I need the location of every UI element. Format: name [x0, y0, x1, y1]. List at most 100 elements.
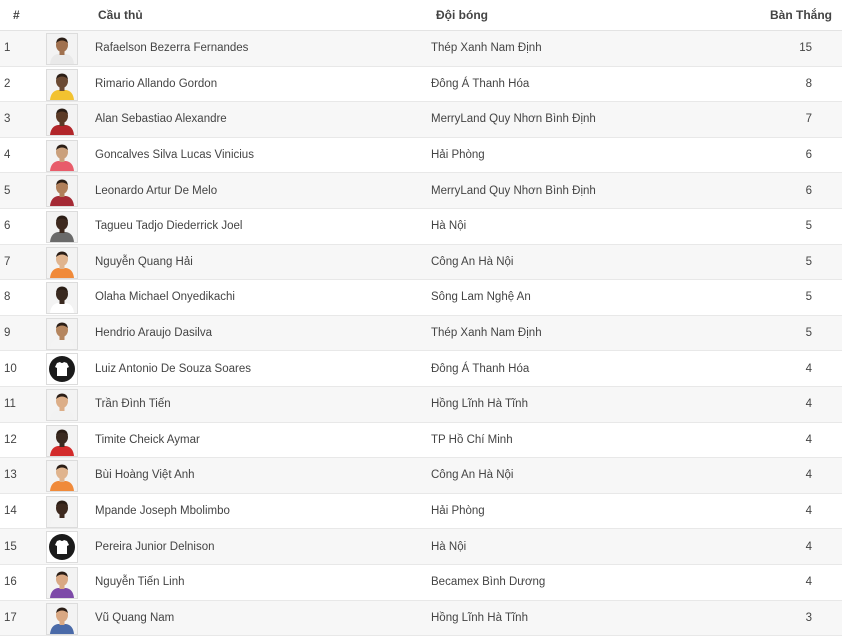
player-name[interactable]: Goncalves Silva Lucas Vinicius — [95, 149, 254, 161]
team-name[interactable]: Becamex Bình Dương — [431, 576, 545, 588]
table-body: 1 Rafaelson Bezerra Fernandes Thép Xanh Na… — [0, 31, 842, 637]
player-name[interactable]: Nguyễn Tiến Linh — [95, 576, 185, 588]
team-name[interactable]: Hải Phòng — [431, 505, 485, 517]
player-name[interactable]: Bùi Hoàng Việt Anh — [95, 469, 195, 481]
rank-cell: 2 — [4, 77, 11, 90]
goals-cell: 15 — [799, 42, 812, 55]
header-player: Cầu thủ — [98, 8, 143, 22]
table-row[interactable]: 13 Bùi Hoàng Việt Anh Công An Hà Nội 4 — [0, 458, 842, 494]
header-goals: Bàn Thắng — [770, 8, 832, 22]
table-row[interactable]: 10 Luiz Antonio De Souza Soares Đông Á Tha… — [0, 351, 842, 387]
table-row[interactable]: 9 Hendrio Araujo Dasilva Thép Xanh Nam Địn… — [0, 315, 842, 352]
goals-cell: 4 — [805, 362, 812, 375]
player-name[interactable]: Rafaelson Bezerra Fernandes — [95, 42, 248, 54]
player-avatar[interactable] — [46, 602, 78, 635]
player-name[interactable]: Timite Cheick Aymar — [95, 434, 200, 446]
goals-cell: 4 — [805, 398, 812, 411]
team-name[interactable]: Hà Nội — [431, 220, 466, 232]
player-name[interactable]: Mpande Joseph Mbolimbo — [95, 505, 230, 517]
table-row[interactable]: 6 Tagueu Tadjo Diederrick Joel Hà Nội 5 — [0, 209, 842, 245]
player-avatar[interactable] — [46, 139, 78, 172]
player-name[interactable]: Nguyễn Quang Hải — [95, 256, 193, 268]
player-avatar[interactable] — [46, 566, 78, 599]
jersey-placeholder-icon[interactable] — [46, 353, 78, 386]
rank-cell: 14 — [4, 505, 17, 518]
player-avatar[interactable] — [46, 210, 78, 243]
player-avatar[interactable] — [46, 246, 78, 279]
goals-cell: 3 — [805, 611, 812, 624]
player-name[interactable]: Alan Sebastiao Alexandre — [95, 113, 227, 125]
table-row[interactable]: 4 Goncalves Silva Lucas Vinicius Hải Phòng… — [0, 138, 842, 174]
team-name[interactable]: Hồng Lĩnh Hà Tĩnh — [431, 612, 528, 624]
header-rank: # — [13, 8, 20, 22]
goals-cell: 6 — [805, 184, 812, 197]
table-row[interactable]: 14 Mpande Joseph Mbolimbo Hải Phòng 4 — [0, 494, 842, 530]
player-avatar[interactable] — [46, 104, 78, 137]
player-name[interactable]: Vũ Quang Nam — [95, 612, 174, 624]
team-name[interactable]: Thép Xanh Nam Định — [431, 327, 542, 339]
player-name[interactable]: Tagueu Tadjo Diederrick Joel — [95, 220, 242, 232]
rank-cell: 16 — [4, 576, 17, 589]
team-name[interactable]: MerryLand Quy Nhơn Bình Định — [431, 185, 596, 197]
team-name[interactable]: MerryLand Quy Nhơn Bình Định — [431, 113, 596, 125]
table-row[interactable]: 7 Nguyễn Quang Hải Công An Hà Nội 5 — [0, 244, 842, 281]
table-row[interactable]: 15 Pereira Junior Delnison Hà Nội 4 — [0, 529, 842, 565]
rank-cell: 8 — [4, 291, 11, 304]
team-name[interactable]: Đông Á Thanh Hóa — [431, 363, 529, 375]
player-avatar[interactable] — [46, 388, 78, 421]
team-name[interactable]: Đông Á Thanh Hóa — [431, 78, 529, 90]
player-avatar[interactable] — [46, 175, 78, 208]
rank-cell: 6 — [4, 220, 11, 233]
player-avatar[interactable] — [46, 317, 78, 350]
goals-cell: 8 — [805, 77, 812, 90]
player-name[interactable]: Luiz Antonio De Souza Soares — [95, 363, 251, 375]
rank-cell: 4 — [4, 149, 11, 162]
table-row[interactable]: 2 Rimario Allando Gordon Đông Á Thanh Hóa 8 — [0, 67, 842, 103]
goals-cell: 7 — [805, 113, 812, 126]
goals-cell: 5 — [805, 220, 812, 233]
rank-cell: 11 — [4, 398, 16, 411]
team-name[interactable]: Hà Nội — [431, 541, 466, 553]
table-row[interactable]: 11 Trần Đình Tiến Hồng Lĩnh Hà Tĩnh 4 — [0, 386, 842, 423]
player-name[interactable]: Leonardo Artur De Melo — [95, 185, 217, 197]
table-row[interactable]: 16 Nguyễn Tiến Linh Becamex Bình Dương 4 — [0, 565, 842, 601]
rank-cell: 15 — [4, 540, 17, 553]
team-name[interactable]: Công An Hà Nội — [431, 256, 513, 268]
player-avatar[interactable] — [46, 460, 78, 493]
player-avatar[interactable] — [46, 282, 78, 315]
team-name[interactable]: Thép Xanh Nam Định — [431, 42, 542, 54]
player-avatar[interactable] — [46, 33, 78, 65]
table-row[interactable]: 17 Vũ Quang Nam Hồng Lĩnh Hà Tĩnh 3 — [0, 600, 842, 637]
player-name[interactable]: Trần Đình Tiến — [95, 398, 171, 410]
goals-cell: 6 — [805, 149, 812, 162]
player-name[interactable]: Pereira Junior Delnison — [95, 541, 215, 553]
player-name[interactable]: Hendrio Araujo Dasilva — [95, 327, 212, 339]
rank-cell: 17 — [4, 611, 17, 624]
team-name[interactable]: Công An Hà Nội — [431, 469, 513, 481]
table-row[interactable]: 1 Rafaelson Bezerra Fernandes Thép Xanh Na… — [0, 31, 842, 67]
team-name[interactable]: Hải Phòng — [431, 149, 485, 161]
player-avatar[interactable] — [46, 424, 78, 457]
goals-cell: 5 — [805, 291, 812, 304]
player-avatar[interactable] — [46, 68, 78, 101]
table-row[interactable]: 5 Leonardo Artur De Melo MerryLand Quy Nhơ… — [0, 173, 842, 209]
team-name[interactable]: Sông Lam Nghệ An — [431, 291, 531, 303]
table-row[interactable]: 3 Alan Sebastiao Alexandre MerryLand Quy N… — [0, 102, 842, 138]
rank-cell: 12 — [4, 433, 17, 446]
goals-cell: 4 — [805, 469, 812, 482]
top-scorers-table: # Cầu thủ Đội bóng Bàn Thắng 1 Rafaelson … — [0, 0, 842, 637]
goals-cell: 4 — [805, 576, 812, 589]
table-row[interactable]: 8 Olaha Michael Onyedikachi Sông Lam Nghệ … — [0, 280, 842, 316]
table-header: # Cầu thủ Đội bóng Bàn Thắng — [0, 0, 842, 31]
goals-cell: 4 — [805, 505, 812, 518]
team-name[interactable]: Hồng Lĩnh Hà Tĩnh — [431, 398, 528, 410]
player-avatar[interactable] — [46, 495, 78, 528]
player-name[interactable]: Rimario Allando Gordon — [95, 78, 217, 90]
goals-cell: 4 — [805, 433, 812, 446]
table-row[interactable]: 12 Timite Cheick Aymar TP Hồ Chí Minh 4 — [0, 423, 842, 459]
player-name[interactable]: Olaha Michael Onyedikachi — [95, 291, 235, 303]
rank-cell: 5 — [4, 184, 11, 197]
jersey-placeholder-icon[interactable] — [46, 531, 78, 564]
team-name[interactable]: TP Hồ Chí Minh — [431, 434, 513, 446]
rank-cell: 1 — [4, 42, 11, 55]
